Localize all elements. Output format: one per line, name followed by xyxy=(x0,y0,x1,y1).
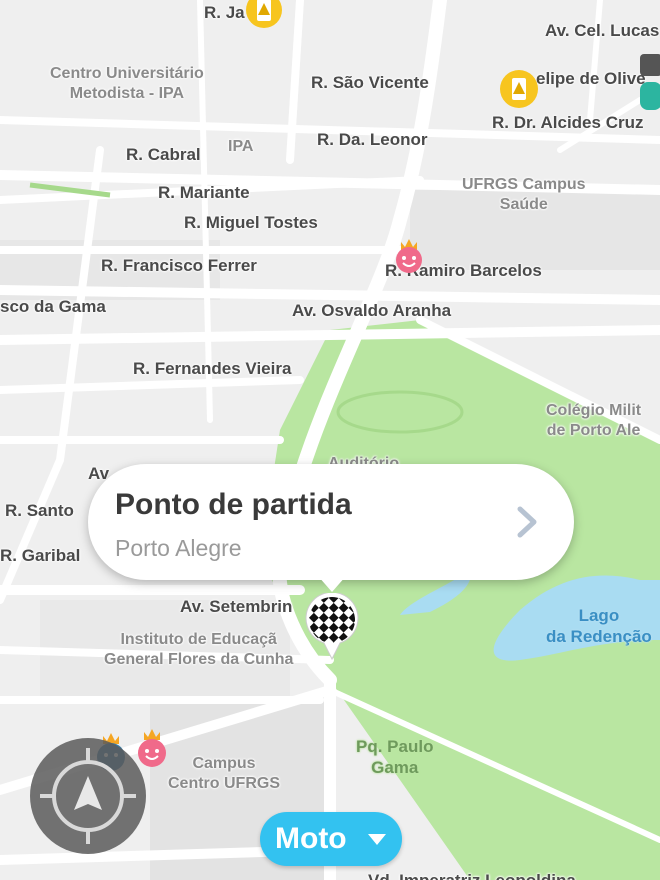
park-label: Pq. Paulo Gama xyxy=(356,737,434,778)
hazard-icon[interactable] xyxy=(498,68,540,110)
street-label-imperatriz: Vd. Imperatriz Leopoldina xyxy=(368,872,576,880)
street-label-sao-vicente: R. São Vicente xyxy=(311,73,429,92)
street-label-da-leonor: R. Da. Leonor xyxy=(317,130,428,149)
street-label-fernandes-vieira: R. Fernandes Vieira xyxy=(133,359,292,378)
vehicle-type-label: Moto xyxy=(275,822,347,855)
street-label-mariante: R. Mariante xyxy=(158,183,250,202)
poi-label-colegio-militar: Colégio Milit de Porto Ale xyxy=(546,402,642,439)
checkered-flag-icon[interactable] xyxy=(304,593,360,661)
locate-me-button[interactable] xyxy=(30,738,146,854)
lake-label: Lago da Redenção xyxy=(546,606,652,647)
street-label-alcides-cruz: R. Dr. Alcides Cruz xyxy=(492,113,644,132)
starting-point-card[interactable]: Ponto de partida Porto Alegre xyxy=(88,464,574,580)
street-label-osvaldo-aranha: Av. Osvaldo Aranha xyxy=(292,301,452,320)
gas-station-icon[interactable] xyxy=(638,52,660,112)
vehicle-type-selector[interactable]: Moto xyxy=(260,812,402,866)
poi-label-metodista: Centro Universitário Metodista - IPA xyxy=(50,65,204,102)
street-label-miguel-tostes: R. Miguel Tostes xyxy=(184,213,318,232)
street-label-setembrina: Av. Setembrin xyxy=(180,597,293,616)
street-label-santo: R. Santo xyxy=(5,501,74,520)
street-label-felipe-oliveira: elipe de Olive xyxy=(536,69,646,88)
card-pointer xyxy=(318,576,346,592)
wazer-icon[interactable] xyxy=(392,236,426,276)
crosshair-icon xyxy=(40,748,136,844)
poi-label-campus-centro: Campus Centro UFRGS xyxy=(168,755,280,792)
poi-label-ufrgs-saude: UFRGS Campus Saúde xyxy=(462,176,586,213)
street-label-francisco-ferrer: R. Francisco Ferrer xyxy=(101,256,257,275)
hazard-icon[interactable] xyxy=(244,0,284,30)
street-label-vasco-da-gama: sco da Gama xyxy=(0,297,106,316)
chevron-down-icon xyxy=(368,834,386,845)
street-label-garibaldi: R. Garibal xyxy=(0,546,81,565)
map-view[interactable]: R. Jacá Av. Cel. Lucas R. São Vicente el… xyxy=(0,0,660,880)
card-subtitle: Porto Alegre xyxy=(115,535,242,561)
chevron-right-icon[interactable] xyxy=(512,504,544,540)
street-label-cabral: R. Cabral xyxy=(126,145,201,164)
poi-label-ipa: IPA xyxy=(228,138,254,155)
poi-label-instituto: Instituto de Educaçã General Flores da Cu… xyxy=(104,631,294,668)
card-title: Ponto de partida xyxy=(115,488,352,521)
street-label-cel-lucas: Av. Cel. Lucas xyxy=(545,21,660,40)
